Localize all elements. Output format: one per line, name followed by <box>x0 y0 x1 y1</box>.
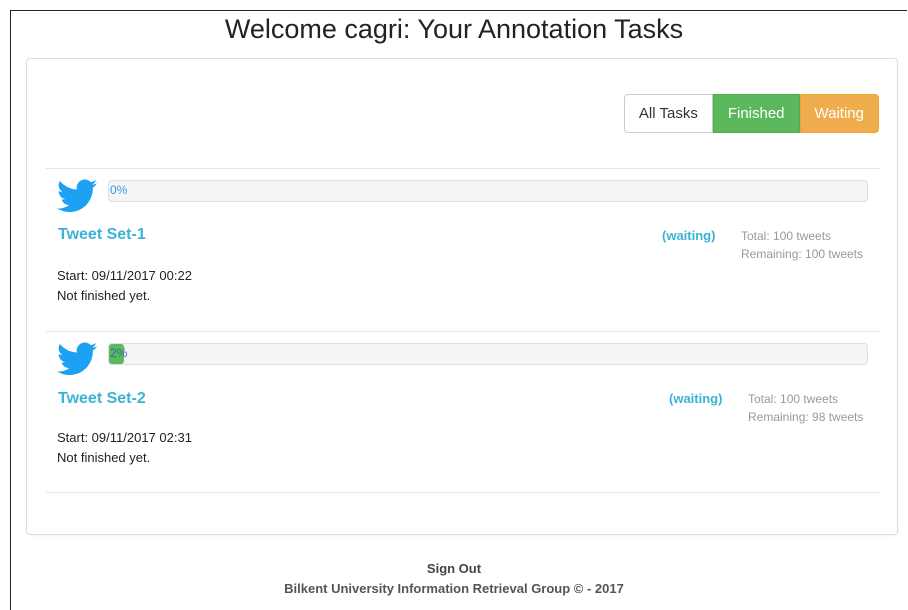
task-dates: Start: 09/11/2017 02:31 Not finished yet… <box>57 428 192 468</box>
tweet-counts: Total: 100 tweets Remaining: 100 tweets <box>741 227 863 263</box>
progress-bar: 2% <box>108 343 868 365</box>
progress-label: 0% <box>110 183 128 197</box>
remaining-count: Remaining: 98 tweets <box>748 410 864 424</box>
progress-bar: 0% <box>108 180 868 202</box>
start-date: Start: 09/11/2017 02:31 <box>57 430 192 445</box>
task-dates: Start: 09/11/2017 00:22 Not finished yet… <box>57 266 192 306</box>
page-title: Welcome cagri: Your Annotation Tasks <box>224 14 684 44</box>
total-count: Total: 100 tweets <box>741 229 832 243</box>
task-item: 2% Tweet Set-2 (waiting) Total: 100 twee… <box>46 331 880 493</box>
waiting-button[interactable]: Waiting <box>799 94 879 133</box>
progress-label: 2% <box>110 346 128 360</box>
sign-out-link[interactable]: Sign Out <box>0 561 908 576</box>
all-tasks-button[interactable]: All Tasks <box>623 94 713 133</box>
tasks-panel: All Tasks Finished Waiting 0% Tweet Set-… <box>26 58 898 535</box>
twitter-bird-icon <box>57 342 97 375</box>
total-count: Total: 100 tweets <box>748 392 839 406</box>
twitter-bird-icon <box>57 179 97 212</box>
finish-status: Not finished yet. <box>57 288 151 303</box>
task-item: 0% Tweet Set-1 (waiting) Total: 100 twee… <box>46 168 880 330</box>
start-date: Start: 09/11/2017 00:22 <box>57 268 192 283</box>
remaining-count: Remaining: 100 tweets <box>741 247 864 261</box>
footer-credit: Bilkent University Information Retrieval… <box>284 581 624 596</box>
status-label: (waiting) <box>662 228 716 243</box>
status-label: (waiting) <box>669 391 723 406</box>
task-name-link[interactable]: Tweet Set-2 <box>58 390 146 408</box>
finish-status: Not finished yet. <box>57 450 151 465</box>
finished-button[interactable]: Finished <box>712 94 800 133</box>
tweet-counts: Total: 100 tweets Remaining: 98 tweets <box>748 390 863 426</box>
task-filter-group: All Tasks Finished Waiting <box>623 94 879 133</box>
task-name-link[interactable]: Tweet Set-1 <box>58 226 146 244</box>
